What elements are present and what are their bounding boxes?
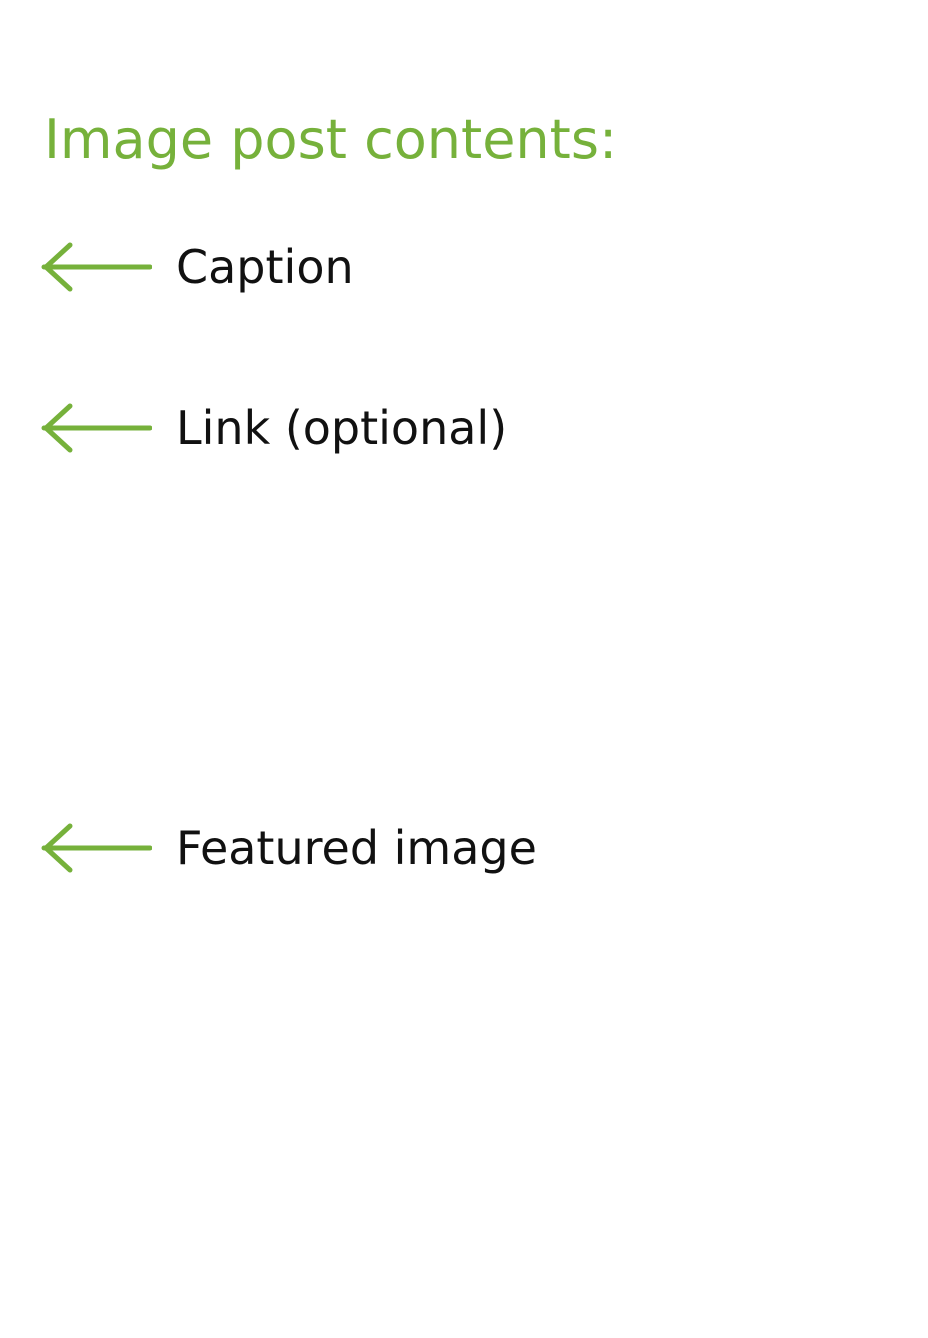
item-link: Link (optional)	[40, 398, 507, 458]
item-label-link: Link (optional)	[176, 401, 508, 455]
item-caption: Caption	[40, 237, 354, 297]
arrow-left-icon	[41, 823, 152, 873]
item-label-featured-image: Featured image	[176, 821, 537, 875]
item-featured-image: Featured image	[40, 818, 537, 878]
arrow-left-icon	[41, 242, 152, 292]
arrow-left-icon	[41, 403, 152, 453]
item-label-caption: Caption	[176, 240, 354, 294]
annotation-diagram: { "title": "Image post contents:", "acce…	[0, 0, 928, 1338]
page-title: Image post contents:	[44, 108, 618, 171]
